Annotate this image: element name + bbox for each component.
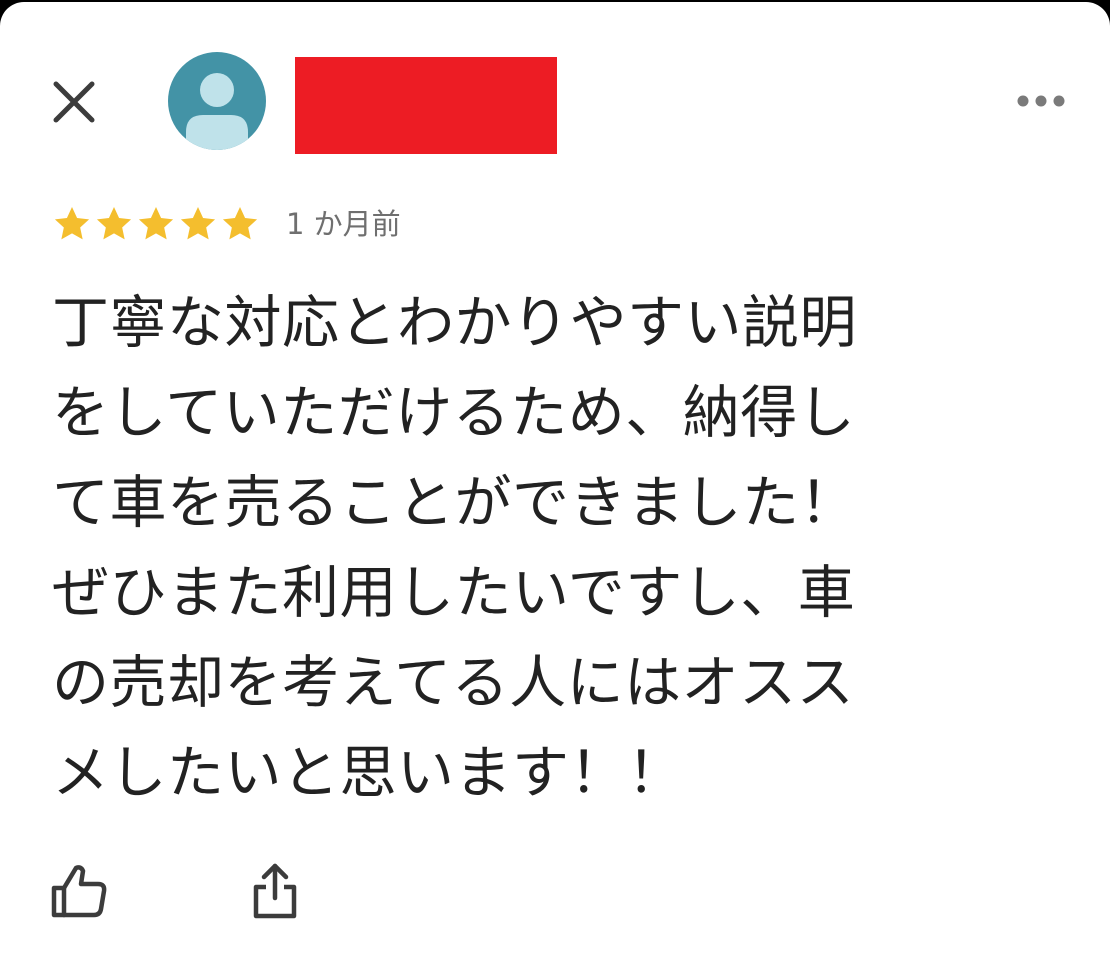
review-text-line: 丁寧な対応とわかりやすい説明 [52, 290, 857, 356]
more-horizontal-icon [1017, 95, 1065, 107]
thumb-up-icon [51, 865, 107, 918]
person-icon [186, 73, 248, 150]
star-icon [180, 207, 216, 240]
review-text-line: て車を売ることができました！ [52, 470, 857, 536]
star-icon [222, 207, 258, 240]
review-text: 丁寧な対応とわかりやすい説明 をしていただけるため、納得し て車を売ることができ… [52, 278, 1012, 818]
star-icon [54, 207, 90, 240]
star-rating [52, 204, 262, 244]
reviewer-name-redacted [295, 57, 557, 154]
close-icon [53, 81, 95, 123]
like-button[interactable] [48, 860, 110, 922]
review-time: 1 か月前 [286, 207, 401, 241]
review-text-line: ぜひまた利用したいですし、車 [52, 560, 856, 626]
review-card: 1 か月前 丁寧な対応とわかりやすい説明 をしていただけるため、納得し て車を売… [0, 2, 1110, 972]
close-button[interactable] [44, 72, 104, 132]
review-text-line: メしたいと思います！！ [52, 740, 685, 806]
star-icon [96, 207, 132, 240]
more-options-button[interactable] [1010, 82, 1072, 120]
star-icon [138, 207, 174, 240]
reviewer-avatar[interactable] [168, 52, 266, 150]
rating-row: 1 か月前 [52, 202, 401, 246]
share-button[interactable] [244, 860, 306, 922]
share-icon [253, 863, 297, 919]
review-text-line: の売却を考えてる人にはオスス [52, 650, 855, 716]
review-text-line: をしていただけるため、納得し [52, 380, 856, 446]
